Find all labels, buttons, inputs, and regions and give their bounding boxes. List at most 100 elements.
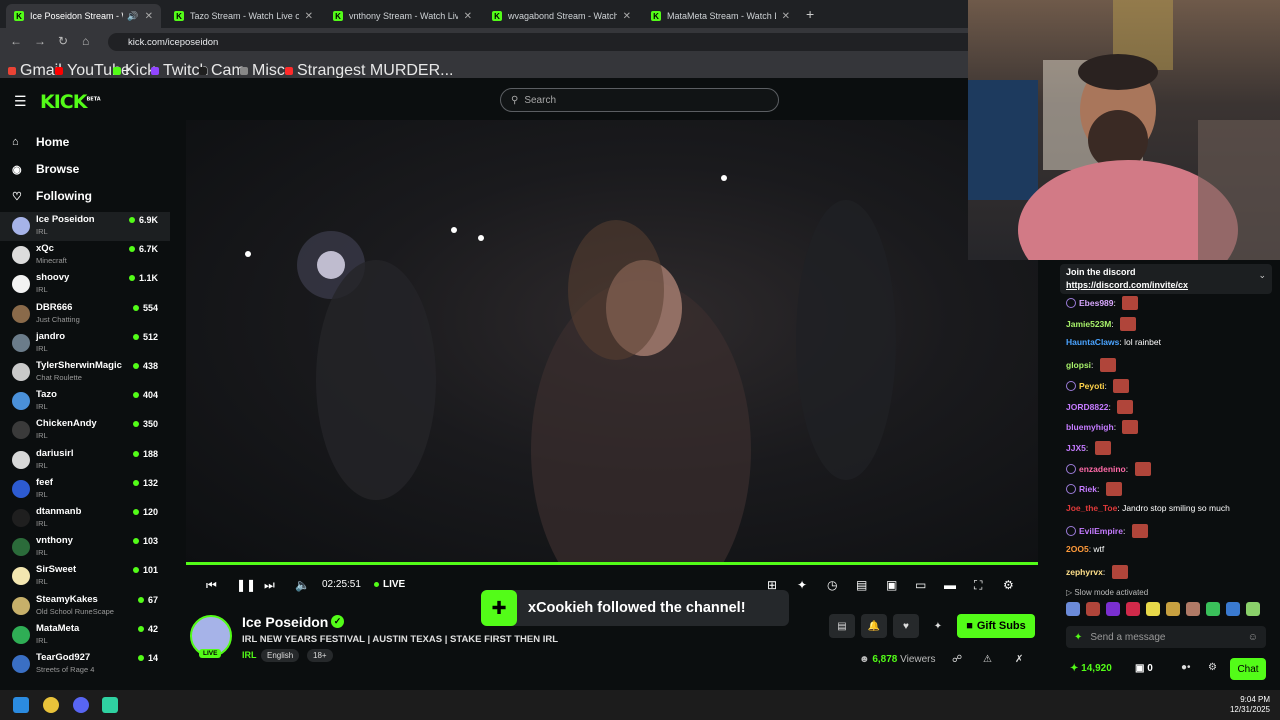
chat-message[interactable]: JORD8822: xyxy=(1066,399,1134,414)
speaker-icon[interactable]: 🔊 xyxy=(127,11,138,22)
emote-icon[interactable] xyxy=(1226,602,1240,616)
browser-tab[interactable]: KIce Poseidon Stream - Watc🔊✕ xyxy=(6,4,161,28)
chrome-icon[interactable] xyxy=(43,697,59,713)
emote-icon[interactable] xyxy=(1066,602,1080,616)
nav-following[interactable]: ♡ Following xyxy=(12,189,92,203)
chat-message[interactable]: Riek: xyxy=(1066,482,1122,497)
chat-username[interactable]: glopsi xyxy=(1066,360,1091,370)
chat-bubble-icon[interactable]: ●• xyxy=(1181,662,1191,673)
channel-item[interactable]: jandro IRL 512 xyxy=(0,329,170,358)
settings-icon[interactable]: ⚙ xyxy=(1003,578,1014,592)
close-icon[interactable]: ✕ xyxy=(464,11,472,22)
channel-item[interactable]: DBR666 Just Chatting 554 xyxy=(0,300,170,329)
follow-button[interactable]: ♥ xyxy=(893,614,919,638)
reload-icon[interactable]: ↻ xyxy=(58,34,68,48)
chat-username[interactable]: zephyrvx xyxy=(1066,567,1103,577)
chat-username[interactable]: 2OO5 xyxy=(1066,544,1089,554)
channel-item[interactable]: Tazo IRL 404 xyxy=(0,387,170,416)
video-player[interactable] xyxy=(186,120,1038,563)
chat-username[interactable]: JJX5 xyxy=(1066,443,1086,453)
nav-home[interactable]: ⌂ Home xyxy=(12,135,69,149)
channel-item[interactable]: Ice Poseidon IRL 6.9K xyxy=(0,212,170,241)
chat-username[interactable]: Peyoti xyxy=(1079,381,1105,391)
chat-message[interactable]: bluemyhigh: xyxy=(1066,420,1139,435)
predictions-button[interactable]: ✦ xyxy=(925,614,951,638)
kick-logo[interactable]: KICKBETA xyxy=(40,91,101,113)
report-icon[interactable]: ⚠ xyxy=(983,654,992,665)
inventory-count[interactable]: ▣ 0 xyxy=(1135,663,1153,674)
channel-item[interactable]: MataMeta IRL 42 xyxy=(0,621,170,650)
browser-tab[interactable]: Kvnthony Stream - Watch Live o✕ xyxy=(325,4,480,28)
channel-item[interactable]: xQc Minecraft 6.7K xyxy=(0,241,170,270)
stream-category[interactable]: IRL xyxy=(242,650,257,660)
windows-start-icon[interactable] xyxy=(13,697,29,713)
rewind-icon[interactable]: ⏮ xyxy=(206,578,217,593)
chat-send-button[interactable]: Chat xyxy=(1230,658,1266,680)
menu-icon[interactable]: ☰ xyxy=(14,93,27,110)
channel-item[interactable]: TearGod927 Streets of Rage 4 14 xyxy=(0,650,170,679)
home-icon[interactable]: ⌂ xyxy=(82,34,89,48)
browser-tab[interactable]: KTazo Stream - Watch Live on Ki✕ xyxy=(166,4,321,28)
mute-notification-icon[interactable]: ✗ xyxy=(1015,654,1023,665)
chat-message[interactable]: zephyrvx: xyxy=(1066,565,1128,580)
notifications-button[interactable]: 🔔 xyxy=(861,614,887,638)
live-indicator[interactable]: LIVE xyxy=(374,579,405,590)
chat-message[interactable]: Jamie523M: xyxy=(1066,316,1137,331)
channel-item[interactable]: SteamyKakes Old School RuneScape 67 xyxy=(0,592,170,621)
nav-browse[interactable]: ◉ Browse xyxy=(12,162,79,176)
system-clock[interactable]: 9:04 PM 12/31/2025 xyxy=(1220,695,1270,715)
chat-username[interactable]: Riek xyxy=(1079,484,1097,494)
tag-language[interactable]: English xyxy=(261,649,300,662)
channel-item[interactable]: dtanmanb IRL 120 xyxy=(0,504,170,533)
chat-message[interactable]: JJX5: xyxy=(1066,440,1111,455)
new-tab-button[interactable]: + xyxy=(806,6,814,22)
chat-message[interactable]: enzadenino: xyxy=(1066,461,1151,476)
speed-icon[interactable]: ◷ xyxy=(827,578,837,592)
volume-icon[interactable]: 🔈 xyxy=(295,578,310,592)
emote-icon[interactable] xyxy=(1146,602,1160,616)
channel-item[interactable]: SirSweet IRL 101 xyxy=(0,562,170,591)
emote-icon[interactable] xyxy=(1106,602,1120,616)
emote-icon[interactable] xyxy=(1126,602,1140,616)
back-icon[interactable]: ← xyxy=(10,34,22,48)
close-icon[interactable]: ✕ xyxy=(305,11,313,22)
pause-icon[interactable]: ❚❚ xyxy=(236,578,256,592)
stats-icon[interactable]: ▤ xyxy=(856,578,867,592)
chat-message[interactable]: HauntaClaws: lol rainbet xyxy=(1066,337,1161,347)
chevron-down-icon[interactable]: ⌄ xyxy=(1258,270,1266,281)
emote-icon[interactable] xyxy=(1186,602,1200,616)
chat-settings-icon[interactable]: ⚙ xyxy=(1208,662,1217,673)
progress-bar[interactable] xyxy=(186,562,1038,565)
fast-forward-icon[interactable]: ⏭ xyxy=(264,578,275,593)
miniplayer-icon[interactable]: ▣ xyxy=(886,578,897,592)
discord-icon[interactable] xyxy=(73,697,89,713)
chat-username[interactable]: HauntaClaws xyxy=(1066,337,1119,347)
cast-icon[interactable]: ▭ xyxy=(915,578,926,592)
search-input[interactable]: ⚲ Search xyxy=(500,88,779,112)
emote-icon[interactable] xyxy=(1166,602,1180,616)
emote-icon[interactable] xyxy=(1086,602,1100,616)
chat-username[interactable]: EvilEmpire xyxy=(1079,526,1123,536)
chat-message[interactable]: 2OO5: wtf xyxy=(1066,544,1104,554)
channel-item[interactable]: TylerSherwinMagic Chat Roulette 438 xyxy=(0,358,170,387)
chat-username[interactable]: bluemyhigh xyxy=(1066,422,1114,432)
chat-message[interactable]: glopsi: xyxy=(1066,358,1116,373)
browser-tab[interactable]: Kwvagabond Stream - Watch Li ✕ xyxy=(484,4,639,28)
theater-mode-icon[interactable]: ▬ xyxy=(944,578,956,592)
channel-item[interactable]: vnthony IRL 103 xyxy=(0,533,170,562)
channel-item[interactable]: shoovy IRL 1.1K xyxy=(0,270,170,299)
address-bar[interactable]: kick.com/iceposeidon xyxy=(108,33,968,51)
forward-icon[interactable]: → xyxy=(34,34,46,48)
channel-item[interactable]: dariusirl IRL 188 xyxy=(0,446,170,475)
chat-message[interactable]: Peyoti: xyxy=(1066,378,1130,393)
chat-username[interactable]: JORD8822 xyxy=(1066,402,1109,412)
pinned-link[interactable]: https://discord.com/invite/cx xyxy=(1066,280,1188,290)
pinned-message[interactable]: Join the discord https://discord.com/inv… xyxy=(1060,264,1272,294)
chat-username[interactable]: Joe_the_Toe xyxy=(1066,503,1117,513)
close-icon[interactable]: ✕ xyxy=(623,11,631,22)
channel-name[interactable]: Ice Poseidon xyxy=(242,614,328,630)
tag-age[interactable]: 18+ xyxy=(307,649,333,662)
tip-button[interactable]: ▤ xyxy=(829,614,855,638)
chat-message[interactable]: EvilEmpire: xyxy=(1066,523,1148,538)
sparkle-icon[interactable]: ✦ xyxy=(797,578,807,592)
